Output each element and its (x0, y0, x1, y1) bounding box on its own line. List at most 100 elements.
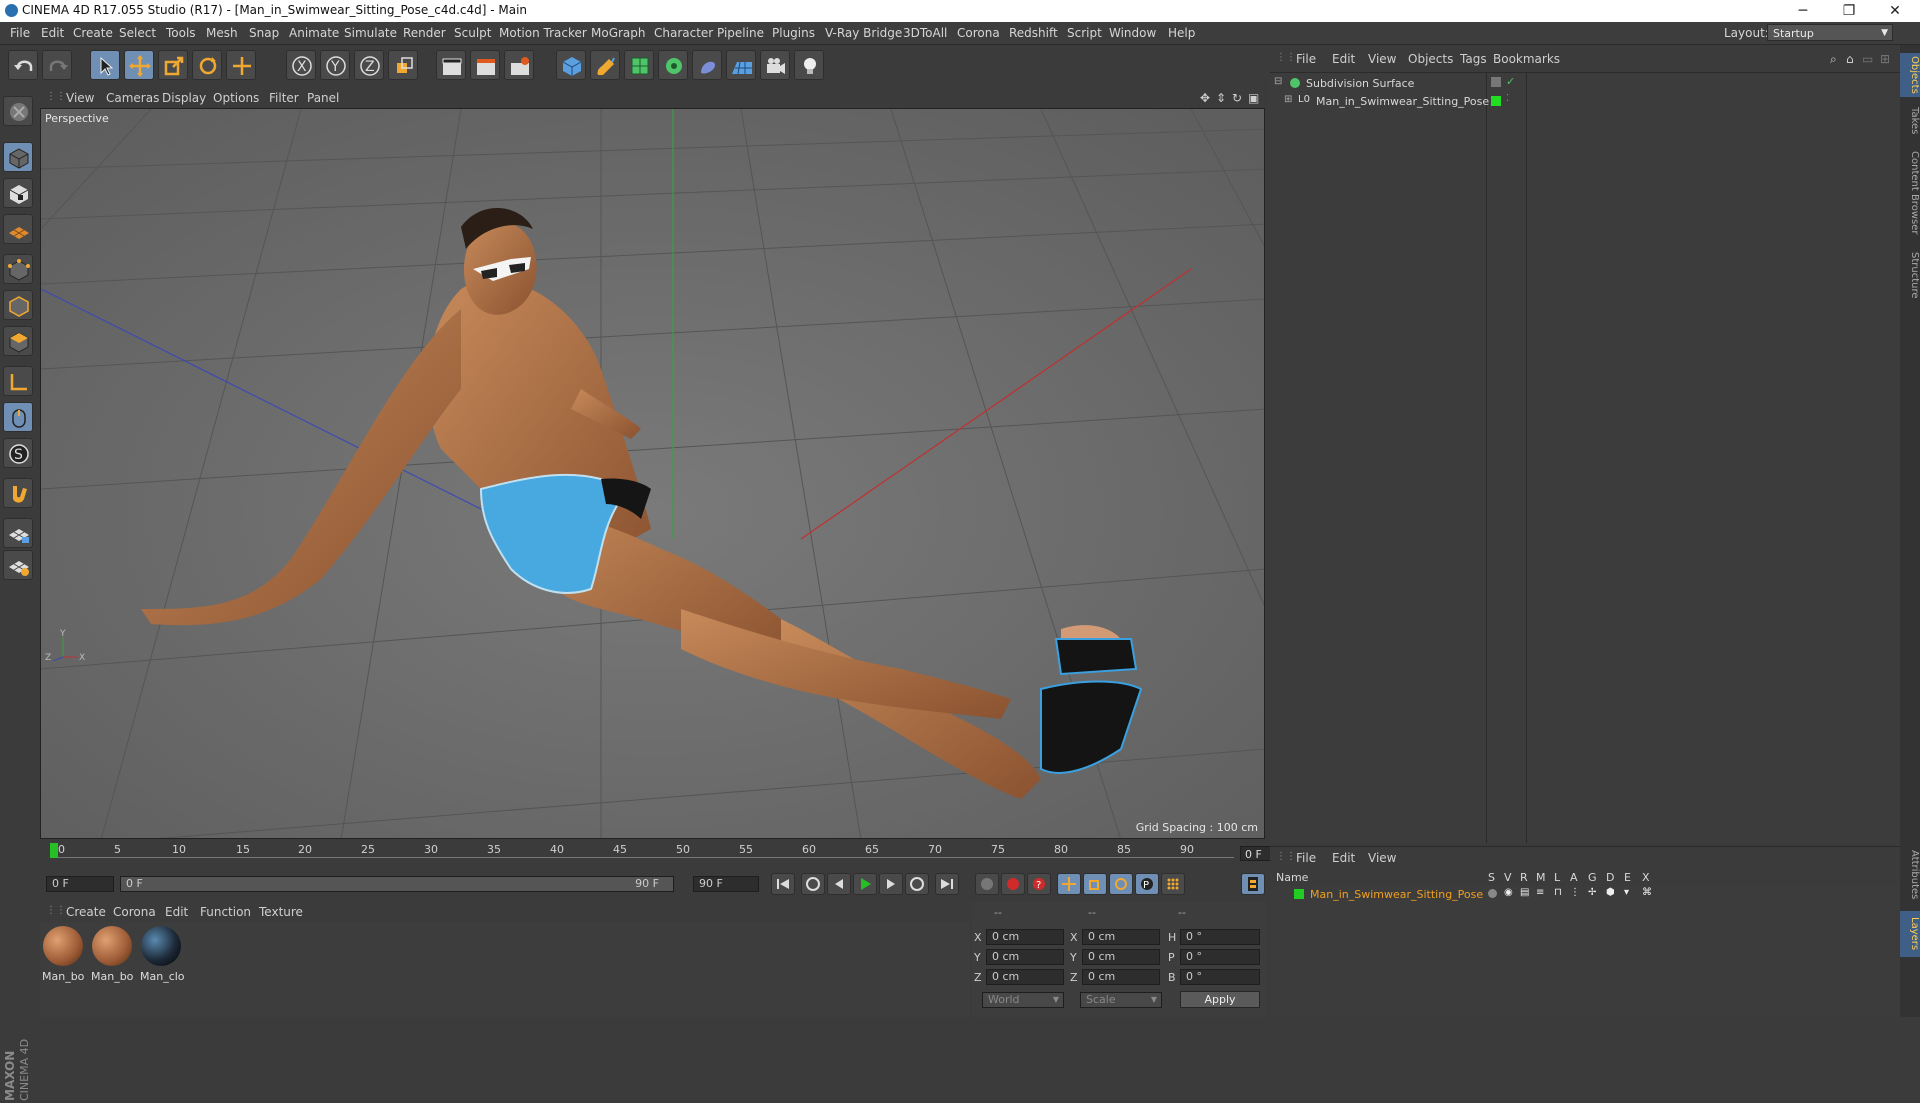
material-menu-texture[interactable]: Texture (259, 905, 303, 919)
material-swatch[interactable]: Man_bo (42, 926, 84, 986)
z-axis-lock-button[interactable]: Z (354, 50, 384, 80)
close-button[interactable]: ✕ (1872, 0, 1918, 22)
viewport-menu-cameras[interactable]: Cameras (106, 91, 159, 105)
snap-button[interactable] (3, 478, 33, 508)
object-menu-edit[interactable]: Edit (1332, 52, 1355, 66)
timeline-window-button[interactable] (1241, 873, 1265, 895)
size-mode-select[interactable]: Scale ▼ (1080, 992, 1162, 1008)
key-scale-button[interactable] (1083, 873, 1107, 895)
keyframe-selection-button[interactable]: ? (1027, 873, 1051, 895)
timeline-ruler[interactable]: 0 5 10 15 20 25 30 35 40 45 50 55 60 65 … (40, 841, 1302, 865)
display-toggle-icon[interactable] (1491, 77, 1501, 87)
texture-mode-button[interactable] (3, 178, 33, 208)
material-swatch[interactable]: Man_bo (91, 926, 133, 986)
lock-icon[interactable]: ⊓ (1554, 887, 1562, 898)
transform-tool-button[interactable] (226, 50, 256, 80)
render-settings-button[interactable] (504, 50, 534, 80)
light-button[interactable] (794, 50, 824, 80)
object-row-subdivision[interactable]: ⊟ Subdivision Surface ✓ (1270, 75, 1900, 92)
menu-script[interactable]: Script (1067, 26, 1102, 40)
layer-solo-toggle[interactable] (1488, 889, 1497, 898)
layer-menu-edit[interactable]: Edit (1332, 851, 1355, 865)
menu-vray-bridge[interactable]: V-Ray Bridge (825, 26, 902, 40)
next-frame-button[interactable] (879, 873, 903, 895)
animation-icon[interactable]: ⋮ (1570, 887, 1580, 898)
material-menu-corona[interactable]: Corona (113, 905, 156, 919)
size-x-field[interactable]: 0 cm (1082, 929, 1160, 945)
tab-structure[interactable]: Structure (1900, 247, 1920, 303)
layer-menu-view[interactable]: View (1368, 851, 1396, 865)
menu-animate[interactable]: Animate (289, 26, 339, 40)
goto-start-button[interactable] (771, 873, 795, 895)
viewport-menu-panel[interactable]: Panel (307, 91, 339, 105)
material-swatch[interactable]: Man_clo (140, 926, 185, 986)
undo-button[interactable] (8, 50, 38, 80)
play-button[interactable] (853, 873, 877, 895)
key-rotation-button[interactable] (1109, 873, 1133, 895)
tab-takes[interactable]: Takes (1900, 103, 1920, 139)
viewport-maximize-icon[interactable]: ▣ (1248, 91, 1259, 105)
viewport-menu-filter[interactable]: Filter (269, 91, 299, 105)
rotation-p-field[interactable]: 0 ° (1180, 949, 1260, 965)
size-y-field[interactable]: 0 cm (1082, 949, 1160, 965)
menu-snap[interactable]: Snap (249, 26, 279, 40)
object-menu-tags[interactable]: Tags (1460, 52, 1487, 66)
move-tool-button[interactable] (124, 50, 154, 80)
record-active-button[interactable] (975, 873, 999, 895)
polygons-mode-button[interactable] (3, 326, 33, 356)
deformer-icon[interactable]: ⬢ (1606, 887, 1615, 898)
menu-select[interactable]: Select (119, 26, 156, 40)
menu-mesh[interactable]: Mesh (206, 26, 238, 40)
menu-pipeline[interactable]: Pipeline (717, 26, 764, 40)
search-icon[interactable]: ⌕ (1830, 52, 1837, 67)
make-editable-button[interactable] (3, 96, 33, 126)
menu-redshift[interactable]: Redshift (1009, 26, 1058, 40)
object-menu-objects[interactable]: Objects (1408, 52, 1453, 66)
rotation-h-field[interactable]: 0 ° (1180, 929, 1260, 945)
key-pla-button[interactable] (1161, 873, 1185, 895)
object-row-man[interactable]: ⊞ L0 Man_in_Swimwear_Sitting_Pose ⁚ (1270, 93, 1900, 110)
render-to-picture-viewer-button[interactable] (470, 50, 500, 80)
render-view-button[interactable] (436, 50, 466, 80)
layout-select[interactable]: Startup ▼ (1767, 24, 1893, 41)
scale-tool-button[interactable] (158, 50, 188, 80)
visibility-dots-icon[interactable]: ⁚ (1506, 93, 1509, 104)
tab-layers[interactable]: Layers (1900, 911, 1920, 957)
workplane-mode-button[interactable] (3, 214, 33, 244)
cube-object-button[interactable] (556, 50, 586, 80)
menu-corona[interactable]: Corona (957, 26, 1000, 40)
next-key-button[interactable] (905, 873, 929, 895)
render-icon[interactable]: ▤ (1520, 887, 1529, 898)
menu-render[interactable]: Render (403, 26, 446, 40)
edges-mode-button[interactable] (3, 290, 33, 320)
y-axis-lock-button[interactable]: Y (320, 50, 350, 80)
material-menu-function[interactable]: Function (200, 905, 251, 919)
expand-icon[interactable]: ⊞ (1880, 52, 1890, 66)
coordinate-system-button[interactable] (388, 50, 418, 80)
menu-plugins[interactable]: Plugins (772, 26, 815, 40)
autokey-button[interactable] (1001, 873, 1025, 895)
menu-help[interactable]: Help (1168, 26, 1195, 40)
live-selection-button[interactable] (90, 50, 120, 80)
position-x-field[interactable]: 0 cm (986, 929, 1064, 945)
axis-mode-button[interactable] (3, 366, 33, 396)
apply-button[interactable]: Apply (1180, 991, 1260, 1008)
layer-menu-file[interactable]: File (1296, 851, 1316, 865)
menu-sculpt[interactable]: Sculpt (454, 26, 491, 40)
generator-icon[interactable]: ✢ (1588, 887, 1596, 898)
model-mode-button[interactable] (3, 142, 33, 172)
menu-window[interactable]: Window (1109, 26, 1156, 40)
material-menu-create[interactable]: Create (66, 905, 106, 919)
redo-button[interactable] (42, 50, 72, 80)
viewport-menu-options[interactable]: Options (213, 91, 259, 105)
tweak-mode-button[interactable] (3, 402, 33, 432)
material-menu-edit[interactable]: Edit (165, 905, 188, 919)
quantize-button[interactable] (3, 550, 33, 580)
tab-attributes[interactable]: Attributes (1900, 845, 1920, 905)
viewport-menu-view[interactable]: View (66, 91, 94, 105)
perspective-viewport[interactable]: Y Z X Perspective Grid Spacing : 100 cm (40, 108, 1265, 839)
key-parameter-button[interactable]: P (1135, 873, 1159, 895)
expand-icon[interactable]: ⊞ (1284, 94, 1292, 105)
viewport-move-icon[interactable]: ✥ (1200, 91, 1210, 105)
menu-file[interactable]: File (10, 26, 30, 40)
